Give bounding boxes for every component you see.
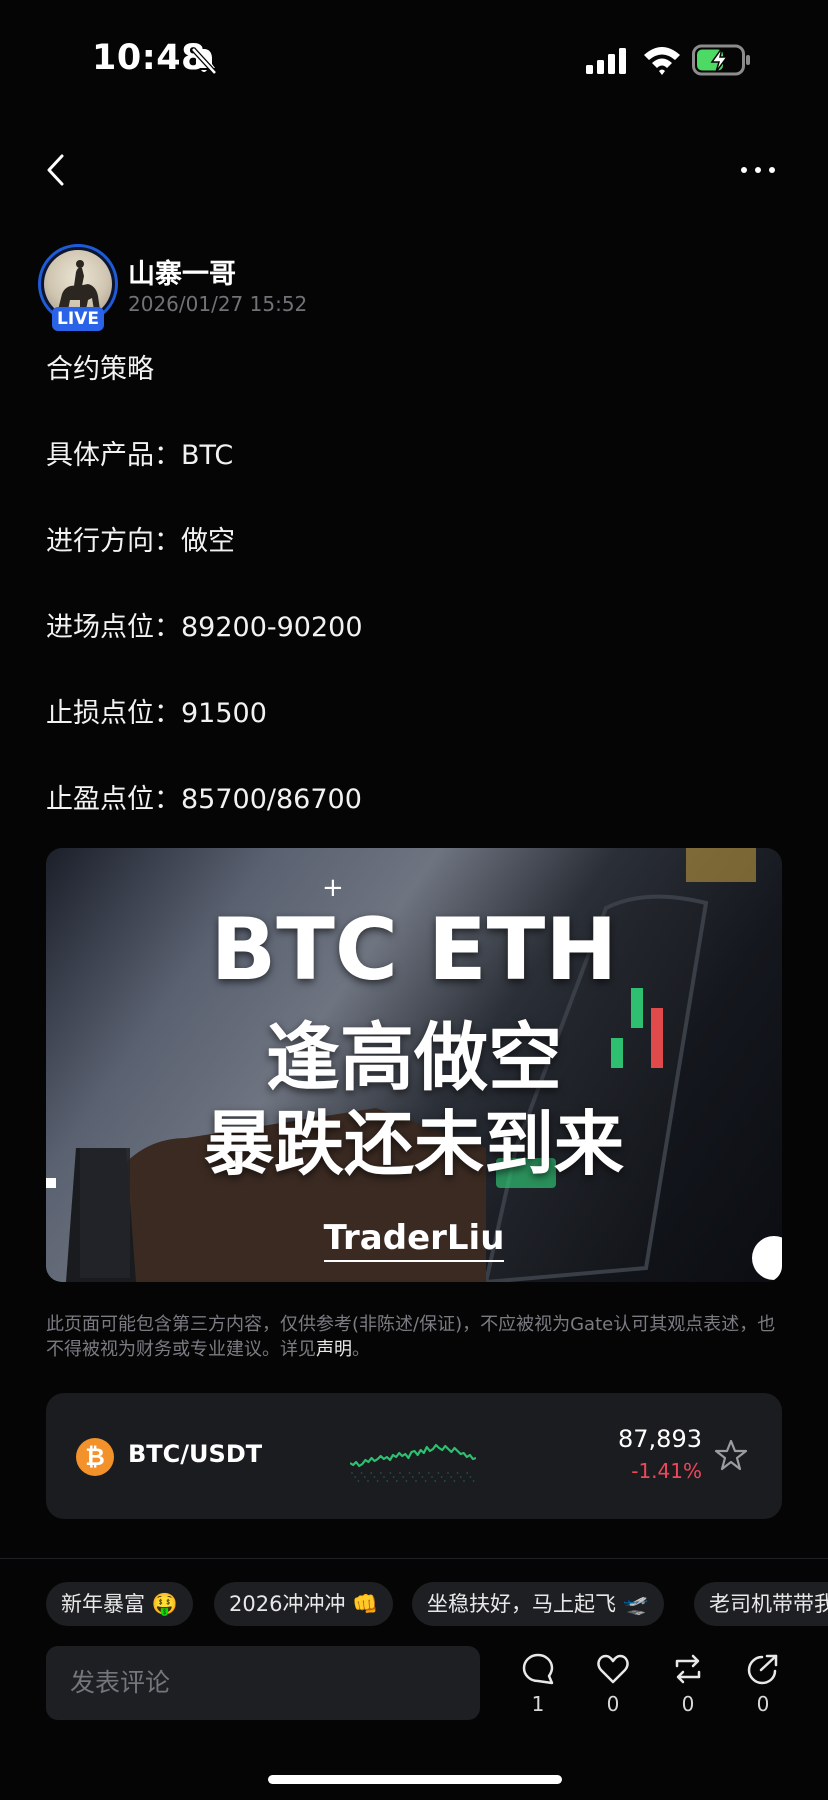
sparkline-dot (363, 1476, 366, 1478)
sparkline-dot (367, 1480, 369, 1482)
repost-count: 0 (681, 1692, 695, 1716)
sparkline-dot (431, 1476, 433, 1478)
author-name[interactable]: 山寨一哥 (128, 252, 236, 291)
banner-brand-text: TraderLiu (323, 1218, 505, 1262)
share-button[interactable]: 0 (741, 1652, 785, 1716)
sparkline-dot (370, 1472, 373, 1474)
sparkline-dot (405, 1480, 408, 1482)
banner-subheadline: 暴跌还未到来 (204, 1103, 624, 1185)
sparkline-dot (456, 1472, 459, 1474)
quick-reply-chip[interactable]: 2026冲冲冲 👊 (214, 1582, 394, 1626)
sparkline-dot (357, 1480, 360, 1482)
sparkline-dot (469, 1476, 472, 1478)
price-sparkline (350, 1443, 476, 1482)
ticker-card[interactable]: ₿ BTC/USDT 87,893 -1.41% (46, 1393, 782, 1519)
sparkline-dot (354, 1476, 357, 1478)
sparkline-dot (447, 1472, 449, 1474)
chevron-left-icon[interactable] (44, 152, 66, 188)
sparkline-dot (411, 1476, 414, 1478)
share-icon (747, 1654, 778, 1685)
signal-icon (586, 48, 626, 74)
post-line: 具体产品：BTC (46, 440, 234, 471)
sparkline-dot (386, 1480, 389, 1482)
sparkline-dot (392, 1476, 395, 1478)
ticker-change: -1.41% (631, 1459, 702, 1483)
comment-icon (522, 1653, 554, 1685)
sparkline-dot (351, 1472, 353, 1474)
share-count: 0 (756, 1692, 770, 1716)
post-line: 止损点位：91500 (46, 698, 267, 729)
sparkline-dot (373, 1476, 376, 1478)
sparkline-dot (437, 1472, 440, 1474)
quick-reply-chip[interactable]: 坐稳扶好，马上起飞 🛫 (412, 1582, 664, 1626)
sparkline-dot (427, 1472, 430, 1474)
post-banner-image[interactable]: + BTC ETH 逢高做空 暴跌还未到来 TraderLiu (46, 848, 782, 1282)
sparkline-dot (421, 1476, 424, 1478)
sparkline-dot (376, 1480, 379, 1482)
statement-link[interactable]: 声明 (316, 1339, 352, 1360)
repost-button[interactable]: 0 (666, 1652, 710, 1716)
sparkline-dot (463, 1480, 465, 1482)
sparkline-dot (440, 1476, 443, 1478)
sparkline-dot (415, 1480, 417, 1482)
quick-reply-chip[interactable]: 新年暴富 🤑 (46, 1582, 193, 1626)
sparkline-dot (424, 1480, 427, 1482)
star-outline-icon[interactable] (714, 1438, 748, 1472)
disclaimer-text: 此页面可能包含第三方内容，仅供参考(非陈述/保证)，不应被视为Gate认可其观点… (46, 1314, 776, 1360)
sparkline-dot (453, 1480, 456, 1482)
banner-brand: TraderLiu (46, 1218, 782, 1262)
home-indicator (268, 1775, 562, 1784)
sparkline-dot (472, 1480, 475, 1482)
sparkline-dot (434, 1480, 437, 1482)
comment-count: 1 (531, 1692, 545, 1716)
post-timestamp: 2026/01/27 15:52 (128, 292, 308, 316)
sparkline-dot (379, 1472, 382, 1474)
live-badge: LIVE (52, 307, 104, 331)
sparkline-dot (389, 1472, 392, 1474)
sparkline-dot (443, 1480, 446, 1482)
wifi-icon (644, 47, 680, 75)
post-line: 止盈点位：85700/86700 (46, 784, 362, 815)
quick-reply-chip[interactable]: 老司机带带我 (694, 1582, 828, 1626)
sparkline-dot (360, 1472, 363, 1474)
ticker-pair: BTC/USDT (128, 1440, 263, 1468)
like-button[interactable]: 0 (591, 1652, 635, 1716)
sparkline-dot (395, 1480, 398, 1482)
disclaimer: 此页面可能包含第三方内容，仅供参考(非陈述/保证)，不应被视为Gate认可其观点… (46, 1312, 782, 1362)
banner-headline: BTC ETH (210, 900, 618, 1000)
comment-input[interactable]: 发表评论 (46, 1646, 480, 1720)
post-line: 进场点位：89200-90200 (46, 612, 363, 643)
sparkline-dot (408, 1472, 411, 1474)
sparkline-line (350, 1443, 476, 1468)
divider (0, 1558, 828, 1559)
disclaimer-end: 。 (352, 1339, 370, 1360)
sparkline-dot (450, 1476, 453, 1478)
ellipsis-icon[interactable] (738, 160, 778, 180)
sparkline-dot (383, 1476, 385, 1478)
sparkline-dot (466, 1472, 469, 1474)
bitcoin-icon: ₿ (76, 1438, 114, 1476)
heart-icon (597, 1654, 629, 1684)
post-line: 合约策略 (46, 354, 154, 385)
post-line: 进行方向：做空 (46, 526, 235, 557)
sparkline-dot (418, 1472, 421, 1474)
comment-button[interactable]: 1 (516, 1652, 560, 1716)
like-count: 0 (606, 1692, 620, 1716)
svg-text:+: + (322, 873, 344, 903)
battery-charging-icon (692, 44, 750, 76)
ticker-price: 87,893 (618, 1425, 702, 1453)
sparkline-dot (459, 1476, 462, 1478)
repost-icon (675, 1654, 701, 1684)
bell-slash-icon (191, 47, 217, 75)
sparkline-dot (402, 1476, 405, 1478)
status-time: 10:48 (92, 38, 206, 78)
sparkline-dot (399, 1472, 401, 1474)
